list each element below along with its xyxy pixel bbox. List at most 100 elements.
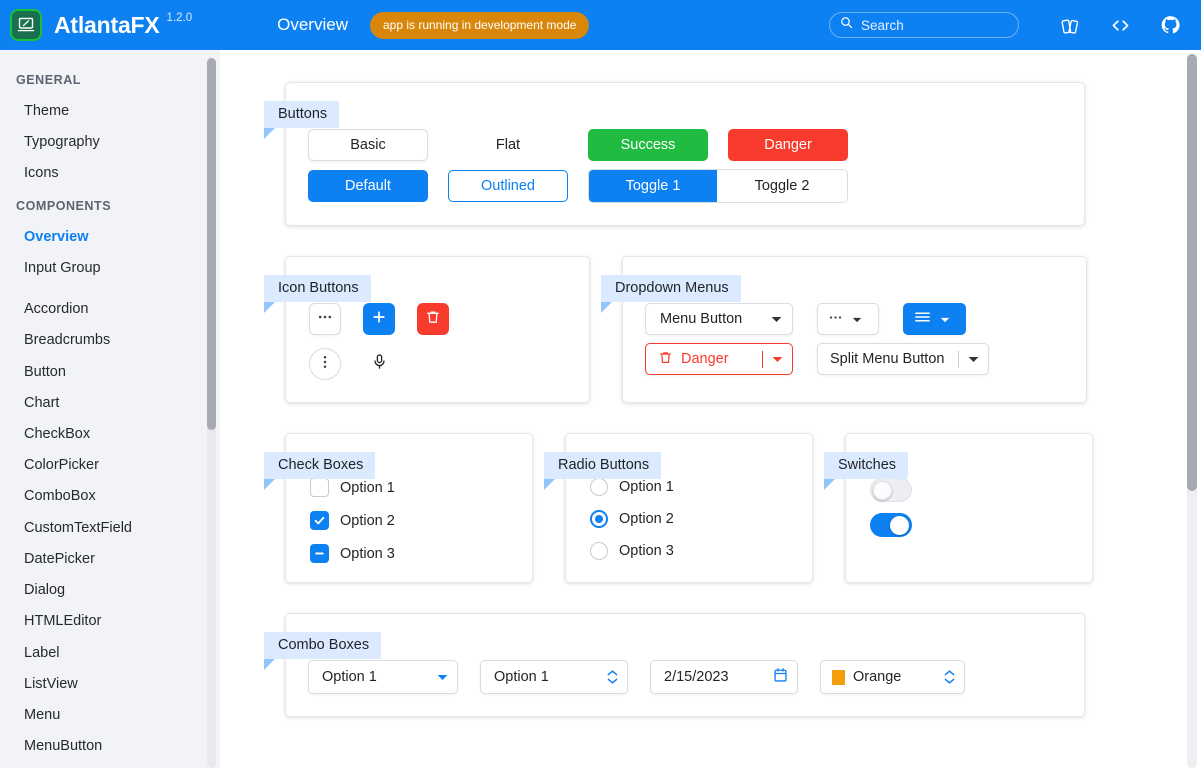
danger-dropdown-label: Danger <box>681 351 729 367</box>
checkbox-option-3[interactable] <box>310 544 329 563</box>
switch-on[interactable] <box>870 513 912 537</box>
theme-icon[interactable] <box>1057 12 1083 38</box>
toggle-1-button[interactable]: Toggle 1 <box>589 170 717 202</box>
more-horizontal-icon-button[interactable] <box>309 303 341 335</box>
toggle-2-button[interactable]: Toggle 2 <box>717 170 847 202</box>
calendar-icon[interactable] <box>773 667 788 687</box>
danger-split-dropdown[interactable]: Danger <box>645 343 793 375</box>
chevron-down-icon <box>852 311 862 327</box>
search-input[interactable] <box>861 17 1008 33</box>
split-menu-button-dropdown[interactable]: Split Menu Button <box>817 343 989 375</box>
check-boxes-card-title: Check Boxes <box>264 452 376 490</box>
switch-knob <box>873 480 892 500</box>
chevron-down-icon[interactable] <box>968 351 979 367</box>
sidebar-item-icons[interactable]: Icons <box>0 158 220 189</box>
sidebar-item-chart[interactable]: Chart <box>0 388 220 419</box>
datepicker-value: 2/15/2023 <box>664 669 729 685</box>
sidebar-item-input-group[interactable]: Input Group <box>0 253 220 284</box>
more-dropdown[interactable] <box>817 303 879 335</box>
sidebar-item-menu[interactable]: Menu <box>0 700 220 731</box>
checkbox-row[interactable]: Option 2 <box>310 511 510 530</box>
switch-off[interactable] <box>870 478 912 502</box>
check-boxes-card: Check Boxes Option 1 Option 2 Option 3 <box>264 433 533 583</box>
sidebar-item-colorpicker[interactable]: ColorPicker <box>0 450 220 481</box>
sidebar-item-menubutton[interactable]: MenuButton <box>0 731 220 762</box>
default-button[interactable]: Default <box>308 170 428 202</box>
dev-mode-badge: app is running in development mode <box>369 11 590 39</box>
sidebar-item-button[interactable]: Button <box>0 357 220 388</box>
radio-row[interactable]: Option 3 <box>590 542 790 560</box>
spinner-arrows-icon[interactable] <box>607 670 618 684</box>
checkbox-option-2[interactable] <box>310 511 329 530</box>
flat-button[interactable]: Flat <box>448 129 568 161</box>
sidebar-item-combobox[interactable]: ComboBox <box>0 481 220 512</box>
radio-row[interactable]: Option 1 <box>590 478 790 496</box>
source-code-icon[interactable] <box>1107 12 1133 38</box>
checkbox-option-1[interactable] <box>310 478 329 497</box>
switches-card: Switches <box>824 433 1093 583</box>
checkbox-row[interactable]: Option 1 <box>310 478 510 497</box>
sidebar-item-typography[interactable]: Typography <box>0 127 220 158</box>
microphone-icon-button[interactable] <box>363 348 395 380</box>
colorpicker-field[interactable]: Orange <box>820 660 965 694</box>
color-swatch <box>832 669 845 685</box>
main-content: Buttons Basic Flat Success Danger Defaul… <box>220 50 1201 768</box>
search-box[interactable] <box>829 12 1019 38</box>
spinner-option[interactable]: Option 1 <box>480 660 628 694</box>
datepicker-field[interactable]: 2/15/2023 <box>650 660 798 694</box>
colorpicker-value: Orange <box>853 669 902 685</box>
split-separator <box>762 350 763 368</box>
delete-icon-button[interactable] <box>417 303 449 335</box>
radio-option-3[interactable] <box>590 542 608 560</box>
sidebar-item-checkbox[interactable]: CheckBox <box>0 419 220 450</box>
header-actions <box>829 12 1201 38</box>
hamburger-dropdown[interactable] <box>903 303 966 335</box>
add-icon-button[interactable] <box>363 303 395 335</box>
radio-buttons-card-title: Radio Buttons <box>544 452 662 490</box>
search-icon <box>840 16 853 34</box>
sidebar-scroll-content: GENERAL Theme Typography Icons COMPONENT… <box>0 50 220 762</box>
basic-button[interactable]: Basic <box>308 129 428 161</box>
sidebar-item-label[interactable]: Label <box>0 638 220 669</box>
checkbox-row[interactable]: Option 3 <box>310 544 510 563</box>
sidebar-item-theme[interactable]: Theme <box>0 96 220 127</box>
radio-row[interactable]: Option 2 <box>590 510 790 528</box>
radio-option-1[interactable] <box>590 478 608 496</box>
more-horizontal-icon <box>828 310 843 329</box>
success-button[interactable]: Success <box>588 129 708 161</box>
danger-button[interactable]: Danger <box>728 129 848 161</box>
outlined-button[interactable]: Outlined <box>448 170 568 202</box>
chevron-down-icon[interactable] <box>437 669 448 685</box>
combobox-option[interactable]: Option 1 <box>308 660 458 694</box>
dropdown-menus-card: Dropdown Menus Menu Button Danger Split … <box>601 256 1087 403</box>
spinner-arrows-icon[interactable] <box>944 670 955 684</box>
sidebar-item-breadcrumbs[interactable]: Breadcrumbs <box>0 325 220 356</box>
sidebar-scrollbar-thumb[interactable] <box>207 58 216 430</box>
radio-option-2[interactable] <box>590 510 608 528</box>
sidebar-divider <box>0 284 220 294</box>
menu-button-dropdown[interactable]: Menu Button <box>645 303 793 335</box>
sidebar-item-htmleditor[interactable]: HTMLEditor <box>0 606 220 637</box>
checkbox-option-1-label: Option 1 <box>340 479 395 496</box>
chevron-down-icon[interactable] <box>772 351 783 367</box>
sidebar-item-listview[interactable]: ListView <box>0 669 220 700</box>
switches-card-title: Switches <box>824 452 909 490</box>
sidebar-item-dialog[interactable]: Dialog <box>0 575 220 606</box>
main-scrollbar-thumb[interactable] <box>1187 54 1197 491</box>
chevron-down-icon <box>940 311 950 327</box>
sidebar-scrollbar[interactable] <box>207 58 216 768</box>
github-icon[interactable] <box>1157 12 1183 38</box>
checkbox-option-2-label: Option 2 <box>340 512 395 529</box>
chevron-down-icon <box>771 311 782 327</box>
main-scrollbar[interactable] <box>1187 54 1197 768</box>
sidebar-item-datepicker[interactable]: DatePicker <box>0 544 220 575</box>
icon-buttons-card: Icon Buttons <box>264 256 590 403</box>
switch-knob <box>890 515 909 535</box>
sidebar-item-accordion[interactable]: Accordion <box>0 294 220 325</box>
sidebar-item-overview[interactable]: Overview <box>0 222 220 253</box>
more-vertical-icon-button[interactable] <box>309 348 341 380</box>
radio-option-3-label: Option 3 <box>619 543 674 559</box>
sidebar-item-customtextfield[interactable]: CustomTextField <box>0 513 220 544</box>
combo-boxes-card: Combo Boxes Option 1 Option 1 2/15/2023 … <box>264 613 1085 717</box>
sidebar: GENERAL Theme Typography Icons COMPONENT… <box>0 50 220 768</box>
